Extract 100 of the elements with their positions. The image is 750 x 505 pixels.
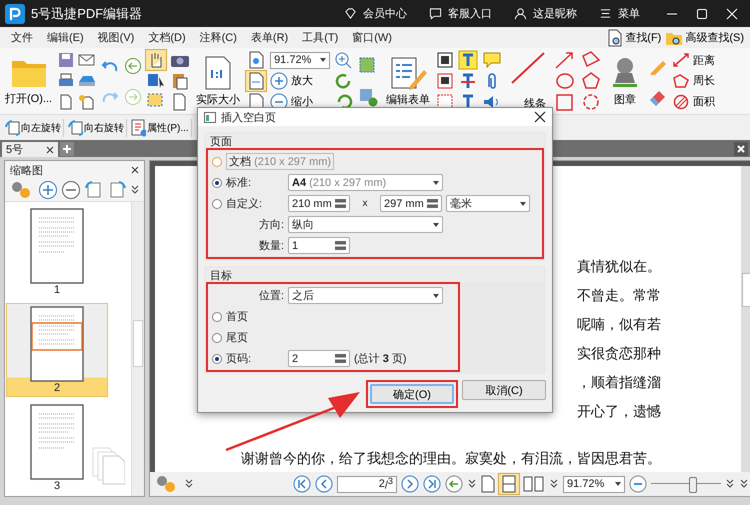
close-icon[interactable] (131, 166, 139, 174)
title-action[interactable]: 会员中心 (336, 6, 415, 21)
page-thumbnail[interactable]: 2 (7, 304, 107, 396)
position-dropdown[interactable]: 之后 (288, 287, 443, 304)
document-tab[interactable]: 5号 (2, 142, 58, 157)
chevron-down-icon[interactable] (725, 478, 735, 490)
group-title: 页面 (210, 134, 232, 148)
find-button[interactable]: 查找(F) (605, 28, 664, 46)
radio-button[interactable] (212, 354, 222, 364)
first-page-icon[interactable] (293, 475, 311, 493)
highlight-text-icon[interactable] (458, 50, 478, 70)
radio-button[interactable] (212, 156, 222, 166)
radio-button[interactable] (212, 312, 222, 322)
menu-item[interactable]: 视图(V) (90, 30, 142, 45)
new-page-icon[interactable] (78, 94, 96, 110)
add-tab-icon[interactable] (60, 142, 74, 156)
measure-button[interactable]: 距离 (672, 52, 716, 68)
page-thumbnail[interactable]: 1 (7, 206, 107, 298)
properties-icon (130, 118, 146, 136)
facing-pages-icon[interactable] (523, 475, 545, 493)
menu-item[interactable]: 文档(D) (141, 30, 193, 45)
title-action[interactable]: 这是昵称 (506, 6, 585, 21)
measure-button[interactable]: 面积 (672, 94, 716, 110)
scrollbar[interactable] (131, 202, 144, 496)
pentagon-icon[interactable] (580, 70, 602, 91)
hand-icon[interactable] (146, 50, 166, 70)
count-spinbox[interactable]: 1 (288, 237, 350, 254)
zoom-dropdown[interactable]: 91.72% (563, 476, 625, 492)
paper-size-dropdown[interactable]: A4 (210 x 297 mm) (288, 174, 443, 191)
radio-option[interactable]: 尾页 (212, 330, 284, 345)
zoom-dropdown[interactable]: 91.72% (270, 52, 330, 68)
zoom-out-icon[interactable] (629, 475, 647, 493)
menu-item[interactable]: 工具(T) (295, 30, 346, 45)
text-field-icon[interactable] (436, 72, 454, 90)
page-thumbnail[interactable]: 3 (7, 402, 107, 494)
envelope-icon[interactable] (78, 52, 96, 68)
previous-page-icon[interactable] (315, 475, 333, 493)
radio-option[interactable]: 首页 (212, 309, 284, 324)
close-icon[interactable] (734, 142, 748, 156)
radio-button[interactable] (212, 332, 222, 342)
comment-icon[interactable] (482, 51, 502, 70)
actual-size-button[interactable]: 实际大小 (194, 50, 242, 112)
toolbar-button[interactable]: 向左旋转 (2, 118, 64, 136)
zoom-in-button[interactable]: 放大 (270, 72, 314, 90)
height-spinbox[interactable]: 297 mm (380, 195, 442, 212)
maximize-icon[interactable] (696, 8, 708, 20)
radio-option[interactable]: 自定义: (212, 196, 284, 211)
orientation-dropdown[interactable]: 纵向 (288, 216, 443, 233)
stamp-button[interactable]: 图章 (606, 50, 644, 112)
title-action[interactable]: 客服入口 (421, 6, 500, 21)
last-page-icon[interactable] (423, 475, 441, 493)
radio-button[interactable] (212, 178, 222, 188)
title-action[interactable]: 菜单 (591, 6, 648, 21)
zoom-slider[interactable] (651, 475, 721, 493)
fit-page-icon[interactable] (247, 51, 266, 69)
scrollbar[interactable] (741, 166, 750, 472)
clipboard-icon[interactable] (170, 72, 190, 90)
menu-item[interactable]: 表单(R) (244, 30, 296, 45)
chat-icon (429, 7, 442, 20)
chevron-down-icon[interactable] (467, 478, 477, 490)
chevron-down-icon[interactable] (130, 184, 140, 196)
radio-button[interactable] (212, 198, 222, 208)
menu-item[interactable]: 窗口(W) (345, 30, 399, 45)
next-page-icon[interactable] (401, 475, 419, 493)
menu-item[interactable]: 文件 (4, 30, 40, 45)
image-add-icon[interactable] (358, 86, 380, 106)
single-page-icon[interactable] (481, 475, 495, 493)
cancel-button[interactable]: 取消(C) (462, 380, 546, 400)
find-button[interactable]: 高级查找(S) (663, 30, 746, 46)
zoom-in-icon[interactable] (38, 180, 58, 200)
close-icon[interactable] (534, 111, 546, 123)
measure-button[interactable]: 周长 (672, 72, 716, 89)
ok-button[interactable]: 确定(O) (370, 384, 454, 404)
toolbar-button[interactable]: 向右旋转 (65, 118, 127, 136)
close-icon[interactable] (46, 146, 54, 154)
chevron-down-icon[interactable] (739, 478, 749, 490)
toolbar-button[interactable]: 属性(P)... (128, 118, 192, 136)
menu-item[interactable]: 编辑(E) (40, 30, 91, 45)
zoom-out-icon[interactable] (61, 180, 81, 200)
radio-option[interactable]: 页码: (212, 351, 284, 366)
document-text-line: 实很贪恋那种 (577, 345, 661, 363)
chevron-down-icon[interactable] (184, 478, 194, 490)
radio-option[interactable]: 标准: (212, 175, 284, 190)
user-icon (514, 7, 527, 20)
document-text-line: 开心了，遗憾 (577, 403, 661, 421)
slider-handle[interactable] (689, 477, 697, 493)
menu-item[interactable]: 注释(C) (192, 30, 244, 45)
fit-width-icon[interactable] (246, 71, 266, 91)
width-spinbox[interactable]: 210 mm (288, 195, 350, 212)
ellipse-icon[interactable] (554, 70, 576, 91)
document-icon[interactable] (58, 94, 74, 110)
page-number-spinbox[interactable]: 2 (288, 350, 350, 367)
open-button[interactable]: 打开(O)... (3, 50, 54, 112)
continuous-page-icon[interactable] (499, 474, 519, 494)
text-box-icon[interactable] (436, 51, 454, 70)
chevron-down-icon[interactable] (549, 478, 559, 490)
printer-icon[interactable] (58, 72, 74, 89)
save-icon[interactable] (58, 52, 74, 68)
page-number-field[interactable]: 2/$^{3}$ (337, 476, 397, 492)
unit-dropdown[interactable]: 毫米 (446, 195, 530, 212)
